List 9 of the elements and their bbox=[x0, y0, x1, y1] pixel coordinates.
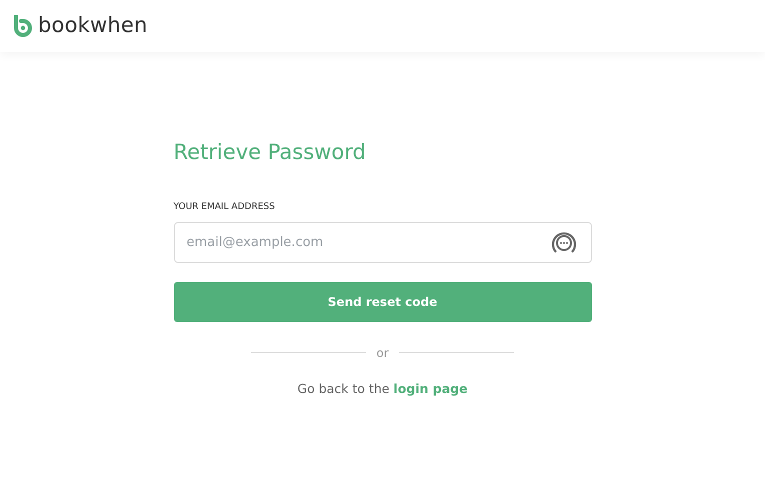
page-title: Retrieve Password bbox=[174, 140, 367, 166]
email-field[interactable]: email@example.com bbox=[174, 222, 592, 263]
send-reset-code-button[interactable]: Send reset code bbox=[174, 282, 592, 322]
field-label: YOUR EMAIL ADDRESS bbox=[174, 201, 276, 214]
back-to-login-text: Go back to the login page bbox=[296, 380, 469, 398]
logo-text: bookwhen bbox=[38, 12, 148, 40]
login-page-link[interactable]: login page bbox=[393, 380, 468, 396]
divider-text: or bbox=[376, 344, 389, 362]
logo-icon bbox=[12, 15, 34, 37]
